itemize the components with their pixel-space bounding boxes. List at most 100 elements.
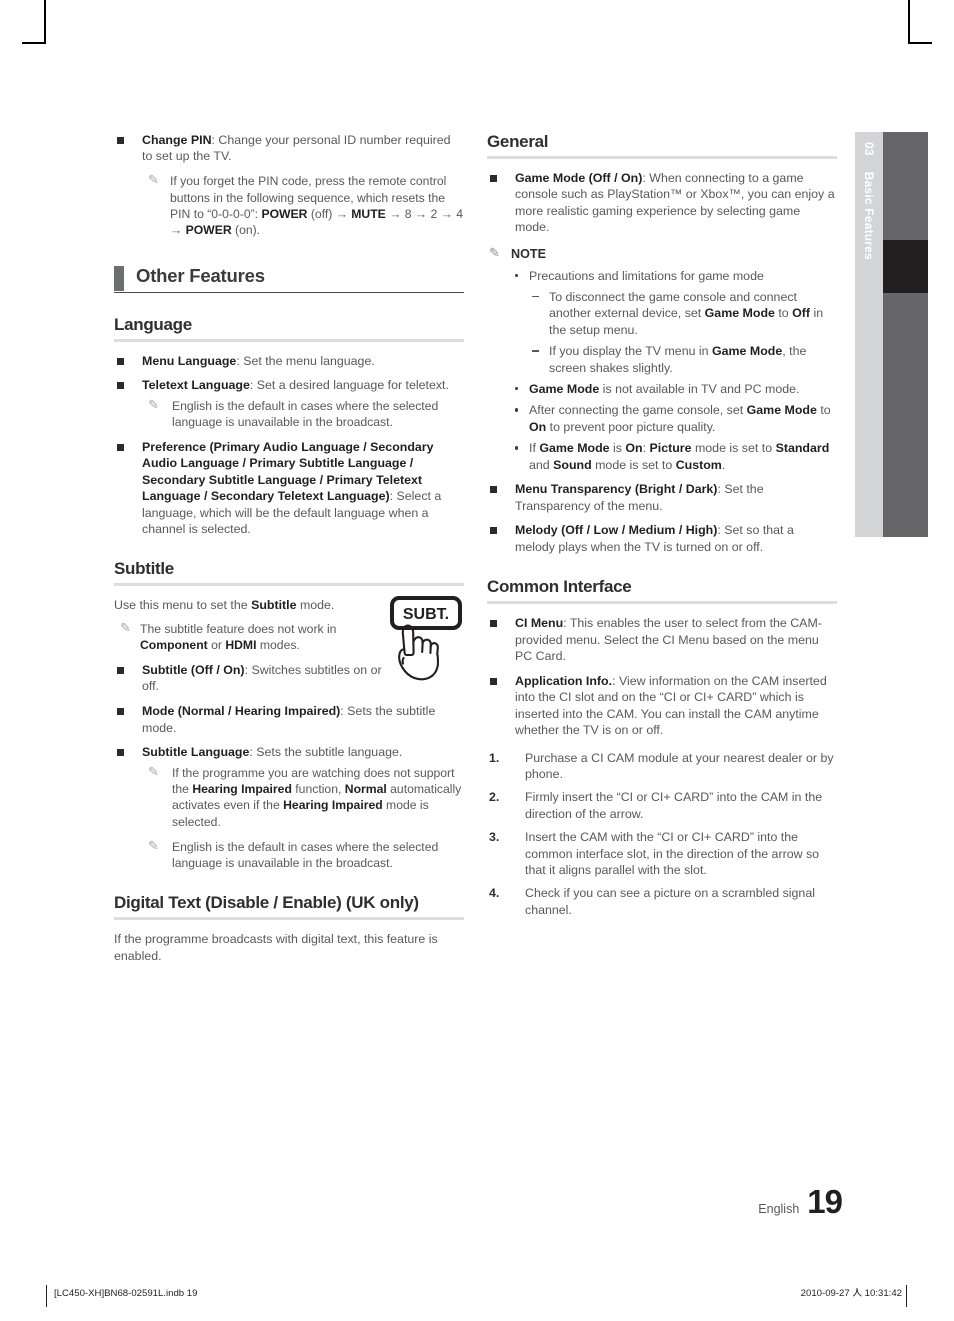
round-bullet-icon [515,446,519,450]
note-dash-tv-menu: If you display the TV menu in Game Mode,… [487,343,837,376]
chapter-tab-bar [883,132,928,537]
menu-language-text: : Set the menu language. [236,353,375,368]
step-text: Check if you can see a picture on a scra… [525,886,815,917]
subtitle-intro-post: mode. [296,598,335,613]
note-text: English is the default in cases where th… [172,839,439,870]
melody-label: Melody (Off / Low / Medium / High) [515,523,718,538]
heading-other-features: Other Features [114,265,464,293]
note-bullet-picture-sound: If Game Mode is On: Picture mode is set … [487,440,837,473]
dash-bullet-icon [532,350,539,352]
step-item: 4. Check if you can see a picture on a s… [487,885,837,918]
step-text: Firmly insert the “CI or CI+ CARD” into … [525,790,823,821]
note-bullet-after-connecting: After connecting the game console, set G… [487,402,837,435]
remote-key-figure-subt: SUBT. [389,596,475,692]
square-bullet-icon [490,527,497,535]
square-bullet-icon [117,357,124,365]
square-bullet-icon [490,486,497,494]
heading-language: Language [114,315,464,342]
step-number: 3. [489,830,500,845]
menu-language-label: Menu Language [142,353,237,368]
left-column: Change PIN: Change your personal ID numb… [114,132,464,972]
menu-transparency-label: Menu Transparency (Bright / Dark) [515,482,718,497]
note-dash-disconnect: To disconnect the game console and conne… [487,289,837,338]
note-pencil-icon: ✎ [120,619,131,635]
list-item-menu-language: Menu Language: Set the menu language. [114,353,464,369]
teletext-language-text: : Set a desired language for teletext. [249,378,449,393]
list-item-teletext-language: Teletext Language: Set a desired languag… [114,377,464,393]
note-pencil-icon: ✎ [148,763,159,779]
subtitle-language-text: : Sets the subtitle language. [249,745,403,760]
note-text: After connecting the game console, set G… [529,403,831,434]
heading-other-features-text: Other Features [136,264,265,286]
note-text: To disconnect the game console and conne… [549,290,824,337]
square-bullet-icon [117,137,124,144]
square-bullet-icon [490,175,497,182]
footer-file-name: [LC450-XH]BN68-02591L.indb 19 [54,1288,198,1299]
note-text: If the programme you are watching does n… [172,765,462,829]
remote-key-label: SUBT. [403,606,449,623]
note-text: Game Mode is not available in TV and PC … [529,382,800,397]
square-bullet-icon [117,708,124,716]
dash-bullet-icon [532,296,539,298]
list-item-game-mode: Game Mode (Off / On): When connecting to… [487,170,837,236]
teletext-language-label: Teletext Language [142,378,250,393]
note-teletext: ✎ English is the default in cases where … [114,396,464,431]
heading-general: General [487,132,837,159]
note-pencil-icon: ✎ [148,172,159,188]
digital-text-body: If the programme broadcasts with digital… [114,932,438,963]
square-bullet-icon [490,677,497,685]
crop-mark-right-top [910,42,932,44]
note-label-text: NOTE [511,246,546,261]
note-hearing-impaired: ✎ If the programme you are watching does… [114,763,464,830]
note-pencil-icon: ✎ [148,396,159,412]
heading-common-interface: Common Interface [487,577,837,605]
right-column: General Game Mode (Off / On): When conne… [487,132,837,925]
note-text: The subtitle feature does not work in Co… [140,621,337,653]
list-item-change-pin: Change PIN: Change your personal ID numb… [114,132,464,165]
step-number: 4. [489,886,500,901]
list-item-mode: Mode (Normal / Hearing Impaired): Sets t… [114,703,464,736]
note-bullet-precautions: Precautions and limitations for game mod… [487,268,837,284]
note-pencil-icon: ✎ [489,244,500,260]
round-bullet-icon [515,408,519,412]
ci-menu-label: CI Menu [515,616,564,631]
chapter-tab-active-marker [883,240,928,293]
chapter-title: Basic Features [862,171,876,260]
mode-label: Mode (Normal / Hearing Impaired) [142,704,341,719]
round-bullet-icon [515,273,519,278]
note-text: If you forget the PIN code, press the re… [170,174,464,238]
footer-timestamp: 2010-09-27 ㆟ 10:31:42 [800,1288,902,1299]
footer-tick-left [46,1285,47,1307]
step-item: 2. Firmly insert the “CI or CI+ CARD” in… [487,789,837,822]
list-item-application-info: Application Info.: View information on t… [487,673,837,739]
manual-page: 03 Basic Features Change PIN: Change you… [0,0,954,1321]
note-text: Precautions and limitations for game mod… [529,268,764,283]
square-bullet-icon [117,666,124,674]
list-item-subtitle-onoff: Subtitle (Off / On): Switches subtitles … [114,662,390,695]
pointing-hand-icon [398,624,440,681]
note-text: If Game Mode is On: Picture mode is set … [529,441,830,472]
footer-tick-right [906,1285,907,1307]
crop-mark-top-left [44,0,46,44]
page-footer-number: English 19 [758,1183,843,1221]
note-block-label: ✎ NOTE [487,244,837,262]
note-change-pin: ✎ If you forget the PIN code, press the … [114,172,464,238]
square-bullet-icon [117,443,124,451]
crop-mark-top-right [908,0,910,44]
step-number: 2. [489,790,500,805]
note-bullet-not-available: Game Mode is not available in TV and PC … [487,381,837,397]
step-item: 1. Purchase a CI CAM module at your near… [487,750,837,783]
step-item: 3. Insert the CAM with the “CI or CI+ CA… [487,829,837,878]
square-bullet-icon [117,382,124,390]
square-bullet-icon [490,620,497,628]
list-item-melody: Melody (Off / Low / Medium / High): Set … [487,522,837,555]
remote-key-svg: SUBT. [390,596,462,681]
subtitle-language-label: Subtitle Language [142,745,250,760]
heading-digital-text: Digital Text (Disable / Enable) (UK only… [114,893,464,921]
heading-accent-bar [114,265,124,291]
square-bullet-icon [117,749,124,757]
subtitle-onoff-label: Subtitle (Off / On) [142,662,245,677]
note-subtitle-default-language: ✎ English is the default in cases where … [114,837,464,872]
language-label: English [758,1202,800,1216]
note-pencil-icon: ✎ [148,837,159,853]
